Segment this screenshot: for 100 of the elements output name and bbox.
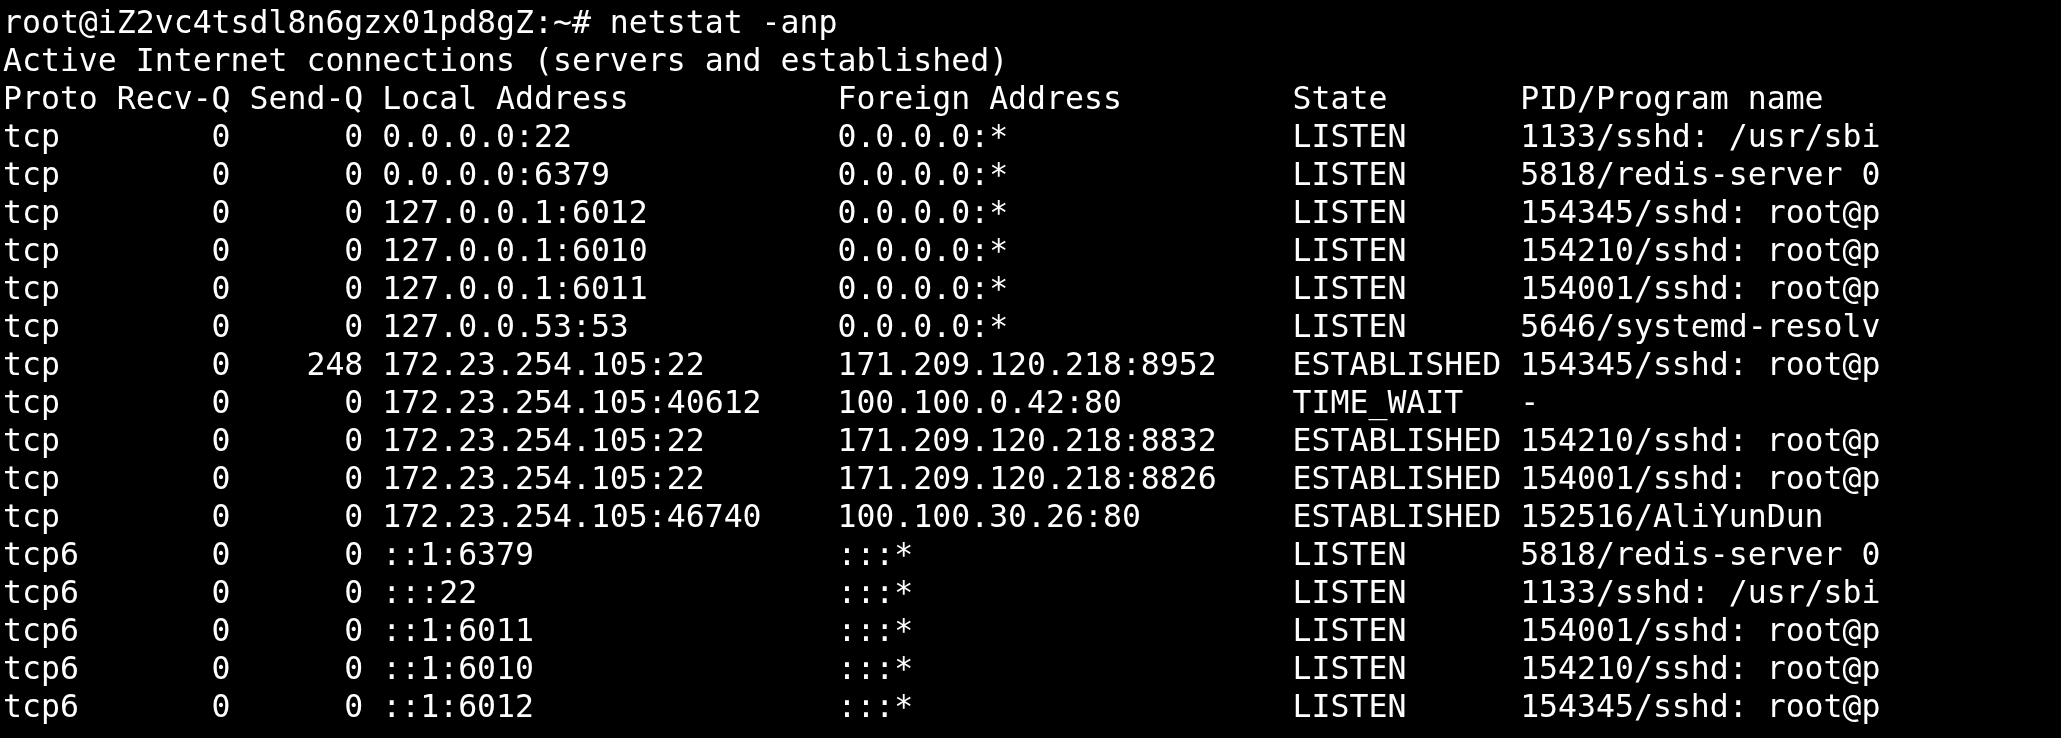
table-cell: 0 [344, 307, 364, 345]
table-cell: 0 [344, 535, 364, 573]
table-cell: 171.209.120.218:8832 [837, 421, 1217, 459]
table-cell: 5818/redis-server 0 [1520, 535, 1881, 573]
table-cell: 5818/redis-server 0 [1520, 155, 1881, 193]
table-cell: 0 [211, 459, 231, 497]
table-cell: 0 [211, 345, 231, 383]
table-cell: 154345/sshd: root@p [1520, 193, 1881, 231]
table-cell: tcp [3, 459, 60, 497]
table-cell: 0 [211, 117, 231, 155]
column-header: Send-Q [249, 79, 364, 117]
table-cell: tcp [3, 497, 60, 535]
table-cell: 0 [344, 269, 364, 307]
column-header: PID/Program name [1520, 79, 1824, 117]
table-cell: LISTEN [1292, 193, 1407, 231]
table-cell: 5646/systemd-resolv [1520, 307, 1881, 345]
table-cell: 0 [211, 231, 231, 269]
table-cell: 0 [211, 611, 231, 649]
table-cell: tcp6 [3, 535, 79, 573]
column-header: State [1292, 79, 1388, 117]
table-cell: 172.23.254.105:40612 [382, 383, 762, 421]
table-cell: 0 [211, 421, 231, 459]
table-cell: 0 [211, 649, 231, 687]
table-cell: tcp6 [3, 687, 79, 725]
table-cell: 154001/sshd: root@p [1520, 459, 1881, 497]
table-cell: 0 [211, 155, 231, 193]
table-cell: LISTEN [1292, 687, 1407, 725]
table-cell: 0.0.0.0:* [837, 193, 1009, 231]
table-cell: 0 [211, 687, 231, 725]
table-cell: :::22 [382, 573, 478, 611]
table-cell: 0.0.0.0:6379 [382, 155, 610, 193]
table-cell: 154210/sshd: root@p [1520, 649, 1881, 687]
table-cell: 0 [344, 193, 364, 231]
table-cell: 0 [211, 307, 231, 345]
table-cell: 0.0.0.0:* [837, 269, 1009, 307]
table-cell: 127.0.0.1:6011 [382, 269, 648, 307]
table-cell: - [1520, 383, 1540, 421]
table-cell: ::1:6379 [382, 535, 534, 573]
table-cell: 154210/sshd: root@p [1520, 421, 1881, 459]
table-cell: tcp [3, 231, 60, 269]
table-cell: tcp [3, 307, 60, 345]
column-header: Local Address [382, 79, 629, 117]
table-cell: tcp [3, 345, 60, 383]
table-cell: 1133/sshd: /usr/sbi [1520, 117, 1881, 155]
table-cell: LISTEN [1292, 611, 1407, 649]
table-cell: :::* [837, 573, 914, 611]
table-cell: 154001/sshd: root@p [1520, 611, 1881, 649]
table-cell: 0 [344, 497, 364, 535]
table-cell: LISTEN [1292, 649, 1407, 687]
table-cell: 0.0.0.0:* [837, 231, 1009, 269]
table-cell: 0 [344, 459, 364, 497]
table-cell: 0 [344, 573, 364, 611]
table-cell: 248 [306, 345, 364, 383]
table-cell: 0 [211, 269, 231, 307]
table-cell: TIME_WAIT [1292, 383, 1464, 421]
table-cell: 0 [344, 231, 364, 269]
table-cell: 154345/sshd: root@p [1520, 687, 1881, 725]
table-cell: :::* [837, 649, 914, 687]
table-cell: ESTABLISHED [1292, 345, 1502, 383]
table-cell: tcp [3, 269, 60, 307]
table-cell: 0.0.0.0:22 [382, 117, 572, 155]
table-cell: tcp6 [3, 573, 79, 611]
table-cell: 154210/sshd: root@p [1520, 231, 1881, 269]
table-cell: 0.0.0.0:* [837, 155, 1009, 193]
column-header: Proto [3, 79, 98, 117]
output-text: Active Internet connections (servers and established) [3, 41, 1009, 79]
table-cell: 127.0.0.1:6010 [382, 231, 648, 269]
table-cell: 0.0.0.0:* [837, 307, 1009, 345]
column-header: Recv-Q [116, 79, 231, 117]
table-cell: ESTABLISHED [1292, 497, 1502, 535]
table-cell: 171.209.120.218:8952 [837, 345, 1217, 383]
table-cell: 1133/sshd: /usr/sbi [1520, 573, 1881, 611]
table-cell: 172.23.254.105:46740 [382, 497, 762, 535]
table-cell: ::1:6011 [382, 611, 534, 649]
table-cell: 0 [211, 535, 231, 573]
column-header: Foreign Address [837, 79, 1122, 117]
table-cell: LISTEN [1292, 573, 1407, 611]
table-cell: 154345/sshd: root@p [1520, 345, 1881, 383]
table-cell: :::* [837, 687, 914, 725]
table-cell: ESTABLISHED [1292, 459, 1502, 497]
table-cell: 172.23.254.105:22 [382, 421, 705, 459]
table-cell: :::* [837, 611, 914, 649]
table-cell: 127.0.0.1:6012 [382, 193, 648, 231]
table-cell: 100.100.0.42:80 [837, 383, 1122, 421]
table-cell: tcp [3, 155, 60, 193]
table-cell: 0 [211, 573, 231, 611]
table-cell: tcp [3, 421, 60, 459]
table-cell: :::* [837, 535, 914, 573]
table-cell: tcp [3, 193, 60, 231]
table-cell: LISTEN [1292, 307, 1407, 345]
table-cell: 152516/AliYunDun [1520, 497, 1824, 535]
table-cell: 172.23.254.105:22 [382, 345, 705, 383]
table-cell: LISTEN [1292, 117, 1407, 155]
table-cell: 0 [344, 155, 364, 193]
table-cell: 0 [344, 611, 364, 649]
table-cell: 0 [344, 117, 364, 155]
table-cell: 0 [344, 649, 364, 687]
table-cell: LISTEN [1292, 535, 1407, 573]
table-cell: LISTEN [1292, 155, 1407, 193]
table-cell: ::1:6010 [382, 649, 534, 687]
